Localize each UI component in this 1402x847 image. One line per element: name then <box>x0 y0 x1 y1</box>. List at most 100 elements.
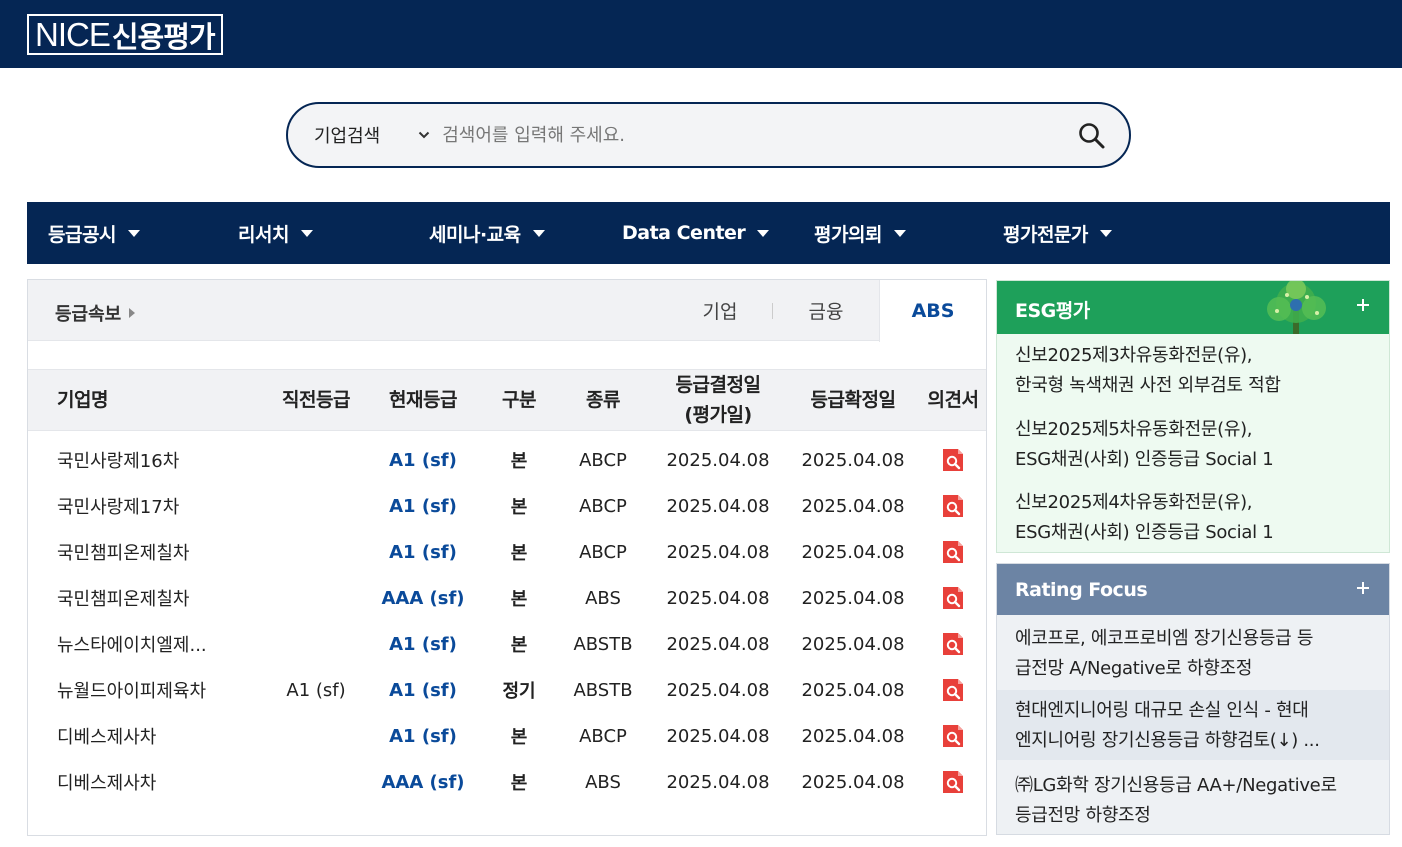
tab-financial[interactable]: 금융 <box>773 280 879 341</box>
news-line: ESG채권(사회) 인증등급 Social 1 <box>1015 449 1274 470</box>
nav-item-label: 평가의뢰 <box>814 223 882 246</box>
news-line: 한국형 녹색채권 사전 외부검토 적합 <box>1015 375 1281 396</box>
tab-corporate[interactable]: 기업 <box>668 280 772 341</box>
cell-type: ABS <box>585 587 621 609</box>
nav-item-research[interactable]: 리서치 <box>238 202 313 264</box>
news-line: 현대엔지니어링 대규모 손실 인식 - 현대 <box>1015 700 1309 721</box>
rating-focus-item[interactable]: ㈜LG화학 장기신용등급 AA+/Negative로 등급전망 하향조정 <box>997 768 1389 834</box>
cell-opinion <box>920 437 986 483</box>
esg-news-item[interactable]: 신보2025제5차유동화전문(유), ESG채권(사회) 인증등급 Social… <box>997 415 1389 475</box>
cell-company-name[interactable]: 국민사랑제17차 <box>28 483 256 529</box>
esg-news-item[interactable]: 신보2025제4차유동화전문(유), ESG채권(사회) 인증등급 Social… <box>997 488 1389 548</box>
caret-down-icon <box>1099 229 1112 237</box>
cell-type: ABCP <box>579 541 627 563</box>
cell-decision-date: 2025.04.08 <box>666 771 770 793</box>
cell-confirm-date: 2025.04.08 <box>801 541 905 563</box>
rating-focus-item[interactable]: 에코프로, 에코프로비엠 장기신용등급 등 급전망 A/Negative로 하향… <box>997 623 1389 690</box>
cell-company-name[interactable]: 국민사랑제16차 <box>28 437 256 483</box>
cell-curr-grade: A1 (sf) <box>389 449 457 471</box>
caret-down-icon <box>893 229 906 237</box>
search-icon[interactable] <box>1077 121 1107 151</box>
cell-decision-date: 2025.04.08 <box>666 449 770 471</box>
nav-item-data-center[interactable]: Data Center <box>622 202 770 264</box>
nav-item-label: Data Center <box>622 222 746 244</box>
cell-opinion <box>920 759 986 805</box>
news-line: ESG채권(사회) 인증등급 Social 1 <box>1015 522 1274 543</box>
search-input[interactable] <box>442 124 1023 146</box>
cell-prev-grade <box>266 483 366 529</box>
cell-opinion <box>920 713 986 759</box>
tab-abs[interactable]: ABS <box>879 280 986 342</box>
cell-opinion <box>920 529 986 575</box>
cell-decision-date: 2025.04.08 <box>666 633 770 655</box>
cell-decision-date: 2025.04.08 <box>666 725 770 747</box>
cell-company-name[interactable]: 뉴월드아이피제육차 <box>28 667 256 713</box>
opinion-pdf-icon[interactable] <box>941 448 965 472</box>
cell-curr-grade: A1 (sf) <box>389 679 457 701</box>
cell-company-name[interactable]: 뉴스타에이치엘제... <box>28 621 256 667</box>
cell-prev-grade <box>266 713 366 759</box>
cell-prev-grade <box>266 759 366 805</box>
cell-curr-grade: A1 (sf) <box>389 633 457 655</box>
main-nav: 등급공시 리서치 세미나·교육 Data Center 평가의뢰 평가전문가 <box>27 202 1390 264</box>
cell-decision-date: 2025.04.08 <box>666 587 770 609</box>
search-category-select[interactable]: 기업검색 <box>314 122 380 148</box>
nav-item-label: 등급공시 <box>48 223 116 246</box>
cell-opinion <box>920 621 986 667</box>
nav-item-rating-disclosure[interactable]: 등급공시 <box>48 202 140 264</box>
cell-type: ABCP <box>579 495 627 517</box>
opinion-pdf-icon[interactable] <box>941 586 965 610</box>
cell-company-name[interactable]: 국민챔피온제칠차 <box>28 529 256 575</box>
nav-item-experts[interactable]: 평가전문가 <box>1003 202 1112 264</box>
caret-right-icon <box>129 308 136 318</box>
col-decision-date-label: 등급결정일 <box>675 374 761 396</box>
cell-type: ABCP <box>579 449 627 471</box>
cell-decision-date: 2025.04.08 <box>666 541 770 563</box>
news-line: 엔지니어링 장기신용등급 하향검토(↓) ... <box>1015 730 1320 751</box>
cell-opinion <box>920 483 986 529</box>
table-row: 디베스제사차 A1 (sf) 본 ABCP 2025.04.08 2025.04.08 <box>28 713 986 759</box>
cell-company-name[interactable]: 디베스제사차 <box>28 713 256 759</box>
opinion-pdf-icon[interactable] <box>941 770 965 794</box>
cell-confirm-date: 2025.04.08 <box>801 449 905 471</box>
col-prev-grade: 직전등급 <box>282 389 350 411</box>
nice-logo[interactable]: NICE 신용평가 <box>27 14 223 55</box>
cell-kind: 본 <box>510 773 528 794</box>
rating-focus-more-plus-icon[interactable] <box>1353 578 1373 598</box>
cell-kind: 정기 <box>502 681 536 702</box>
cell-company-name[interactable]: 국민챔피온제칠차 <box>28 575 256 621</box>
nav-item-label: 세미나·교육 <box>429 223 521 246</box>
nav-item-seminar[interactable]: 세미나·교육 <box>429 202 545 264</box>
cell-prev-grade <box>266 529 366 575</box>
cell-confirm-date: 2025.04.08 <box>801 495 905 517</box>
opinion-pdf-icon[interactable] <box>941 540 965 564</box>
opinion-pdf-icon[interactable] <box>941 494 965 518</box>
esg-news-item[interactable]: 신보2025제3차유동화전문(유), 한국형 녹색채권 사전 외부검토 적합 <box>997 341 1389 401</box>
cell-company-name[interactable]: 디베스제사차 <box>28 759 256 805</box>
cell-opinion <box>920 667 986 713</box>
cell-kind: 본 <box>510 451 528 472</box>
chevron-down-icon[interactable] <box>418 129 430 141</box>
cell-curr-grade: A1 (sf) <box>389 541 457 563</box>
caret-down-icon <box>532 229 545 237</box>
cell-type: ABSTB <box>573 633 633 655</box>
caret-down-icon <box>300 229 313 237</box>
table-row: 국민사랑제16차 A1 (sf) 본 ABCP 2025.04.08 2025.04.08 <box>28 437 986 483</box>
opinion-pdf-icon[interactable] <box>941 724 965 748</box>
esg-more-plus-icon[interactable] <box>1353 295 1373 315</box>
caret-down-icon <box>757 229 770 237</box>
news-line: 신보2025제4차유동화전문(유), <box>1015 492 1253 513</box>
cell-kind: 본 <box>510 589 528 610</box>
nav-item-rating-request[interactable]: 평가의뢰 <box>814 202 906 264</box>
tree-illustration-icon <box>1267 281 1326 334</box>
cell-curr-grade: A1 (sf) <box>389 495 457 517</box>
cell-type: ABCP <box>579 725 627 747</box>
opinion-pdf-icon[interactable] <box>941 678 965 702</box>
opinion-pdf-icon[interactable] <box>941 632 965 656</box>
col-kind: 구분 <box>502 389 536 411</box>
rating-focus-item[interactable]: 현대엔지니어링 대규모 손실 인식 - 현대 엔지니어링 장기신용등급 하향검토… <box>997 690 1389 760</box>
rating-focus-box: Rating Focus 에코프로, 에코프로비엠 장기신용등급 등 급전망 A… <box>996 563 1390 835</box>
panel-title: 등급속보 <box>55 304 122 325</box>
table-row: 국민챔피온제칠차 AAA (sf) 본 ABS 2025.04.08 2025.04.08 <box>28 575 986 621</box>
panel-title-link[interactable]: 등급속보 <box>55 300 136 326</box>
